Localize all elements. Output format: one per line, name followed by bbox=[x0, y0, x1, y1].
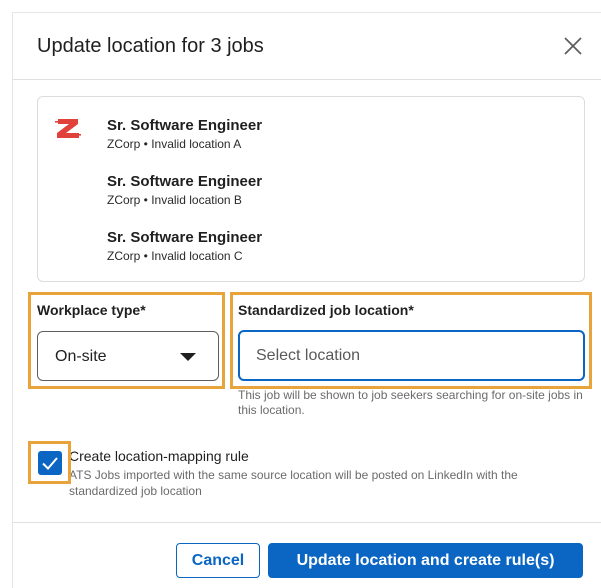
job-subtitle: ZCorp • Invalid location A bbox=[107, 137, 242, 151]
mapping-rule-label: Create location-mapping rule bbox=[69, 448, 249, 464]
job-title: Sr. Software Engineer bbox=[107, 117, 263, 134]
job-subtitle: ZCorp • Invalid location C bbox=[107, 249, 243, 263]
caret-down-icon bbox=[180, 353, 196, 361]
job-location-label: Standardized job location* bbox=[238, 302, 414, 318]
zcorp-logo-icon bbox=[55, 119, 81, 138]
workplace-type-label: Workplace type* bbox=[37, 302, 146, 318]
header-divider bbox=[12, 79, 601, 80]
list-item: Sr. Software Engineer ZCorp • Invalid lo… bbox=[107, 229, 262, 264]
close-icon bbox=[564, 37, 582, 55]
job-title: Sr. Software Engineer bbox=[107, 173, 263, 190]
job-subtitle: ZCorp • Invalid location B bbox=[107, 193, 242, 207]
footer-divider bbox=[12, 522, 601, 523]
list-item: Sr. Software Engineer ZCorp • Invalid lo… bbox=[107, 117, 262, 152]
workplace-type-select[interactable]: On-site bbox=[37, 331, 219, 381]
dialog-title: Update location for 3 jobs bbox=[37, 35, 264, 57]
mapping-rule-description: ATS Jobs imported with the same source l… bbox=[69, 468, 518, 498]
update-location-dialog: Update location for 3 jobs Sr. Software … bbox=[0, 0, 601, 588]
close-button[interactable] bbox=[560, 33, 586, 59]
workplace-type-value: On-site bbox=[55, 348, 107, 365]
list-item: Sr. Software Engineer ZCorp • Invalid lo… bbox=[107, 173, 262, 208]
cancel-button[interactable]: Cancel bbox=[176, 543, 260, 578]
update-and-create-rule-button[interactable]: Update location and create rule(s) bbox=[268, 543, 583, 578]
mapping-rule-checkbox[interactable] bbox=[38, 451, 62, 475]
job-location-input[interactable] bbox=[238, 330, 585, 381]
checkmark-icon bbox=[42, 457, 58, 470]
job-title: Sr. Software Engineer bbox=[107, 229, 263, 246]
job-list: Sr. Software Engineer ZCorp • Invalid lo… bbox=[37, 96, 585, 282]
job-location-helper: This job will be shown to job seekers se… bbox=[238, 388, 583, 417]
